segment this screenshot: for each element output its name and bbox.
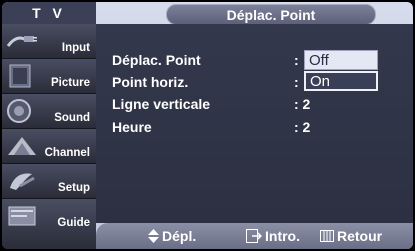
setup-icon: [10, 173, 35, 190]
sidebar-item-input[interactable]: Input: [2, 24, 96, 59]
sidebar-item-label: Picture: [51, 77, 90, 89]
input-icon: [6, 36, 37, 47]
sidebar-item-label: Guide: [57, 217, 90, 229]
move-hint: Dépl.: [148, 228, 196, 244]
sidebar-item-picture[interactable]: Picture: [2, 59, 96, 94]
channel-icon: [8, 137, 36, 155]
enter-icon: [246, 229, 262, 243]
sidebar-item-sound[interactable]: Sound: [2, 94, 96, 129]
menu-row-value: : 2: [294, 96, 311, 112]
sidebar-item-label: Channel: [44, 147, 90, 159]
enter-hint: Intro.: [246, 228, 300, 244]
guide-icon: [8, 206, 36, 226]
title-bar: T V Déplac. Point: [2, 2, 413, 25]
help-bar: Dépl. Intro. Retour: [96, 223, 413, 249]
return-label: Retour: [337, 228, 383, 244]
sidebar-item-label: Sound: [54, 112, 90, 124]
menu-row-heure[interactable]: Heure: [112, 119, 152, 137]
tv-osd-screen: T V Déplac. Point Input Picture Sound Ch…: [2, 2, 413, 249]
menu-title: Déplac. Point: [166, 4, 376, 25]
sidebar-item-label: Input: [61, 42, 90, 54]
menu-row-value: : 2: [294, 119, 311, 135]
move-label: Dépl.: [162, 228, 197, 244]
return-hint: Retour: [320, 228, 382, 244]
dropdown-option-off[interactable]: Off: [304, 50, 378, 70]
menu-row-deplac-point[interactable]: Déplac. Point: [112, 52, 201, 70]
sidebar-item-channel[interactable]: Channel: [2, 129, 96, 164]
sidebar-item-guide[interactable]: Guide: [2, 199, 96, 249]
enter-label: Intro.: [265, 228, 300, 244]
sidebar-item-label: Setup: [58, 182, 90, 194]
picture-icon: [9, 64, 31, 88]
menu-panel: Déplac. Point : Point horiz. : Ligne ver…: [96, 24, 413, 223]
dropdown-option-on[interactable]: On: [304, 71, 378, 91]
sound-icon: [7, 99, 31, 123]
sidebar-item-setup[interactable]: Setup: [2, 164, 96, 199]
tv-label: T V: [2, 2, 96, 24]
menu-row-value: :: [294, 74, 299, 90]
up-down-arrow-icon: [148, 229, 159, 243]
return-icon: [320, 230, 334, 242]
menu-row-point-horiz[interactable]: Point horiz.: [112, 74, 188, 92]
menu-row-value: :: [294, 52, 299, 68]
menu-row-ligne-verticale[interactable]: Ligne verticale: [112, 96, 210, 114]
sidebar: Input Picture Sound Channel Setup Guide: [2, 24, 96, 249]
